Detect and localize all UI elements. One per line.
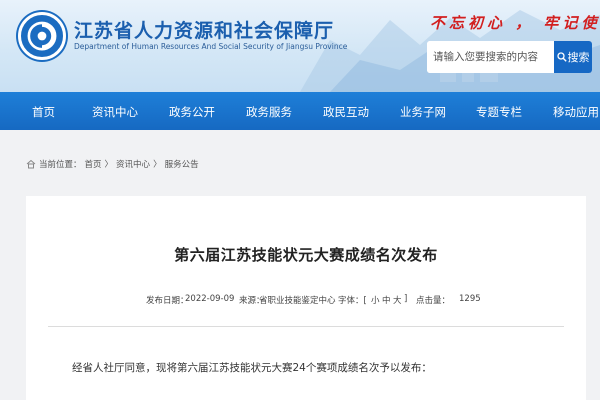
publish-date: 2022-09-09 [185, 294, 235, 304]
site-subtitle: Department of Human Resources And Social… [74, 42, 348, 51]
font-size-label: 字体：[ [338, 296, 367, 306]
search-button-label: 搜索 [567, 51, 590, 64]
font-size-large-button[interactable]: 大 [393, 294, 402, 306]
nav-item-mobile-apps[interactable]: 移动应用 [553, 104, 599, 120]
slogan-calligraphy: 不忘初心 ， 牢记使命 [430, 14, 600, 32]
search-icon [556, 52, 567, 62]
nav-item-public-interaction[interactable]: 政民互动 [323, 104, 369, 120]
breadcrumb-item-home[interactable]: 首页 [85, 158, 102, 170]
site-title[interactable]: 江苏省人力资源和社会保障厅 [74, 16, 334, 43]
font-size-close-bracket: ] [404, 294, 408, 304]
breadcrumb-separator: 〉 [153, 160, 162, 170]
nav-item-news-center[interactable]: 资讯中心 [92, 104, 138, 120]
breadcrumb-item-news-center[interactable]: 资讯中心 [116, 158, 150, 170]
nav-item-government-services[interactable]: 政务服务 [246, 104, 292, 120]
source-value: 省职业技能鉴定中心 [259, 296, 336, 306]
font-size-medium-button[interactable]: 中 [382, 294, 391, 306]
ministry-emblem-icon[interactable] [18, 12, 66, 60]
article-title: 第六届江苏技能状元大赛成绩名次发布 [174, 246, 438, 264]
main-nav: 首页 资讯中心 政务公开 政务服务 政民互动 业务子网 专题专栏 移动应用 [0, 92, 600, 130]
hits-label: 点击量： [416, 296, 451, 306]
article-card: 第六届江苏技能状元大赛成绩名次发布 发布日期： 2022-09-09 来源： 省… [26, 196, 586, 400]
nav-item-special-topics[interactable]: 专题专栏 [476, 104, 522, 120]
meta-divider [48, 326, 564, 327]
breadcrumb-item-service-notices[interactable]: 服务公告 [165, 158, 199, 170]
article-body-first-line: 经省人社厅同意，现将第六届江苏技能状元大赛24个赛项成绩名次予以发布： [72, 362, 432, 374]
nav-item-business-subsites[interactable]: 业务子网 [400, 104, 446, 120]
search-button[interactable]: 搜索 [554, 41, 592, 73]
nav-item-government-affairs[interactable]: 政务公开 [169, 104, 215, 120]
search-input[interactable] [427, 41, 554, 73]
site-header: 江苏省人力资源和社会保障厅 Department of Human Resour… [0, 0, 600, 92]
font-size-small-button[interactable]: 小 [371, 294, 380, 306]
home-icon [26, 159, 36, 169]
hits-count: 1295 [459, 294, 481, 304]
breadcrumb-separator: 〉 [104, 160, 114, 170]
publish-date-label: 发布日期： [146, 296, 189, 306]
breadcrumb-prefix: 当前位置： [39, 160, 82, 170]
breadcrumb: 当前位置： 首页 〉 资讯中心 〉 服务公告 [26, 158, 199, 170]
search-bar: 搜索 [427, 41, 592, 73]
nav-item-home[interactable]: 首页 [32, 104, 55, 120]
